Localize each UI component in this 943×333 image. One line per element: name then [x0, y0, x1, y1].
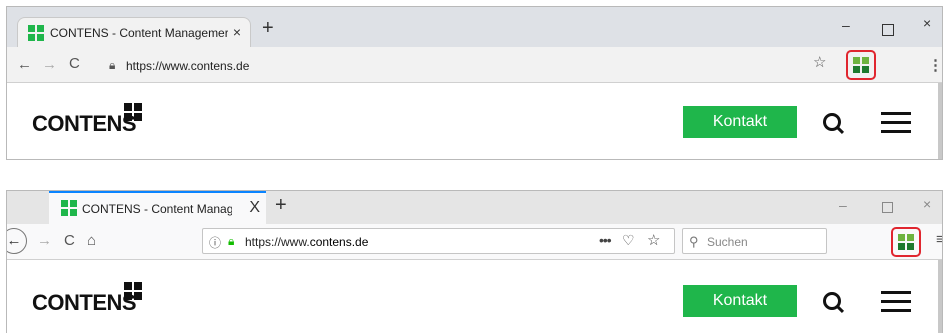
chrome-browser-window: CONTENS - Content Managemer × + – × ← → … [6, 6, 943, 160]
address-bar[interactable]: ⓘ 🔒︎ https://www.contens.de ••• ♡ ☆ [202, 228, 675, 254]
kontakt-button[interactable]: Kontakt [683, 106, 797, 138]
search-icon: ⚲ [689, 234, 699, 249]
lock-icon: 🔒︎ [109, 58, 116, 72]
logo-text: CONTENS [32, 111, 137, 136]
search-field[interactable]: ⚲ Suchen [682, 228, 827, 254]
firefox-tab-strip: CONTENS - Content Managem X + – × [7, 191, 942, 224]
contens-logo[interactable]: CONTENS [32, 103, 142, 137]
website-header: CONTENS Kontakt [7, 260, 942, 333]
scrollbar[interactable] [938, 260, 942, 333]
contens-extension-icon [853, 57, 869, 73]
bookmark-star-icon[interactable]: ☆ [813, 53, 826, 71]
hamburger-menu-icon[interactable] [881, 291, 911, 313]
search-placeholder: Suchen [707, 235, 748, 249]
home-icon[interactable]: ⌂ [87, 232, 96, 249]
close-tab-icon[interactable]: × [233, 24, 241, 40]
reload-button[interactable]: C [64, 232, 75, 249]
new-tab-button[interactable]: + [262, 17, 274, 40]
logo-mark-icon [124, 103, 142, 121]
minimize-button[interactable]: – [842, 17, 850, 33]
back-button[interactable]: ← [7, 228, 27, 254]
minimize-button[interactable]: – [839, 197, 847, 213]
close-window-button[interactable]: × [923, 15, 931, 31]
tab-title: CONTENS - Content Managem [82, 202, 232, 216]
contens-extension-icon [898, 234, 914, 250]
maximize-button[interactable] [882, 202, 893, 213]
close-tab-icon[interactable]: X [249, 199, 260, 217]
contens-favicon-icon [28, 25, 44, 41]
logo-mark-icon [124, 282, 142, 300]
forward-button[interactable]: → [37, 232, 52, 249]
search-icon[interactable] [823, 292, 841, 310]
hamburger-menu-icon[interactable] [881, 112, 911, 134]
website-header: CONTENS Kontakt [7, 83, 942, 159]
firefox-menu-icon[interactable]: ≡ [936, 231, 942, 248]
contens-logo[interactable]: CONTENS [32, 282, 142, 316]
contens-extension-button[interactable] [846, 50, 876, 80]
contens-favicon-icon [61, 200, 77, 216]
bookmark-star-icon[interactable]: ☆ [647, 231, 660, 249]
firefox-browser-window: CONTENS - Content Managem X + – × ← → C … [6, 190, 943, 333]
maximize-button[interactable] [882, 24, 894, 36]
chrome-menu-icon[interactable]: ⋮ [928, 56, 942, 74]
back-button[interactable]: ← [17, 56, 32, 73]
pocket-icon[interactable]: ♡ [622, 232, 635, 249]
chrome-tab-strip: CONTENS - Content Managemer × + – × [7, 7, 942, 47]
firefox-toolbar: ← → C ⌂ ⓘ 🔒︎ https://www.contens.de ••• … [7, 224, 942, 260]
url-text: https://www.contens.de [126, 59, 250, 73]
scrollbar[interactable] [938, 83, 942, 159]
lock-icon: 🔒︎ [228, 234, 235, 248]
kontakt-button[interactable]: Kontakt [683, 285, 797, 317]
contens-extension-button[interactable] [891, 227, 921, 257]
chrome-toolbar: ← → C 🔒︎ https://www.contens.de ☆ ⋮ [7, 47, 942, 83]
address-bar[interactable]: 🔒︎ https://www.contens.de [99, 52, 835, 78]
url-text: https://www.contens.de [245, 235, 369, 249]
reload-button[interactable]: C [69, 55, 80, 72]
page-actions-icon[interactable]: ••• [599, 232, 612, 248]
search-icon[interactable] [823, 113, 841, 131]
new-tab-button[interactable]: + [275, 194, 287, 217]
tab-title: CONTENS - Content Managemer [50, 26, 228, 40]
firefox-tab-contens[interactable]: CONTENS - Content Managem X [49, 191, 266, 224]
info-icon[interactable]: ⓘ [209, 234, 221, 251]
forward-button[interactable]: → [42, 56, 57, 73]
chrome-tab-contens[interactable]: CONTENS - Content Managemer × [17, 17, 251, 47]
logo-text: CONTENS [32, 290, 137, 315]
close-window-button[interactable]: × [923, 196, 931, 212]
